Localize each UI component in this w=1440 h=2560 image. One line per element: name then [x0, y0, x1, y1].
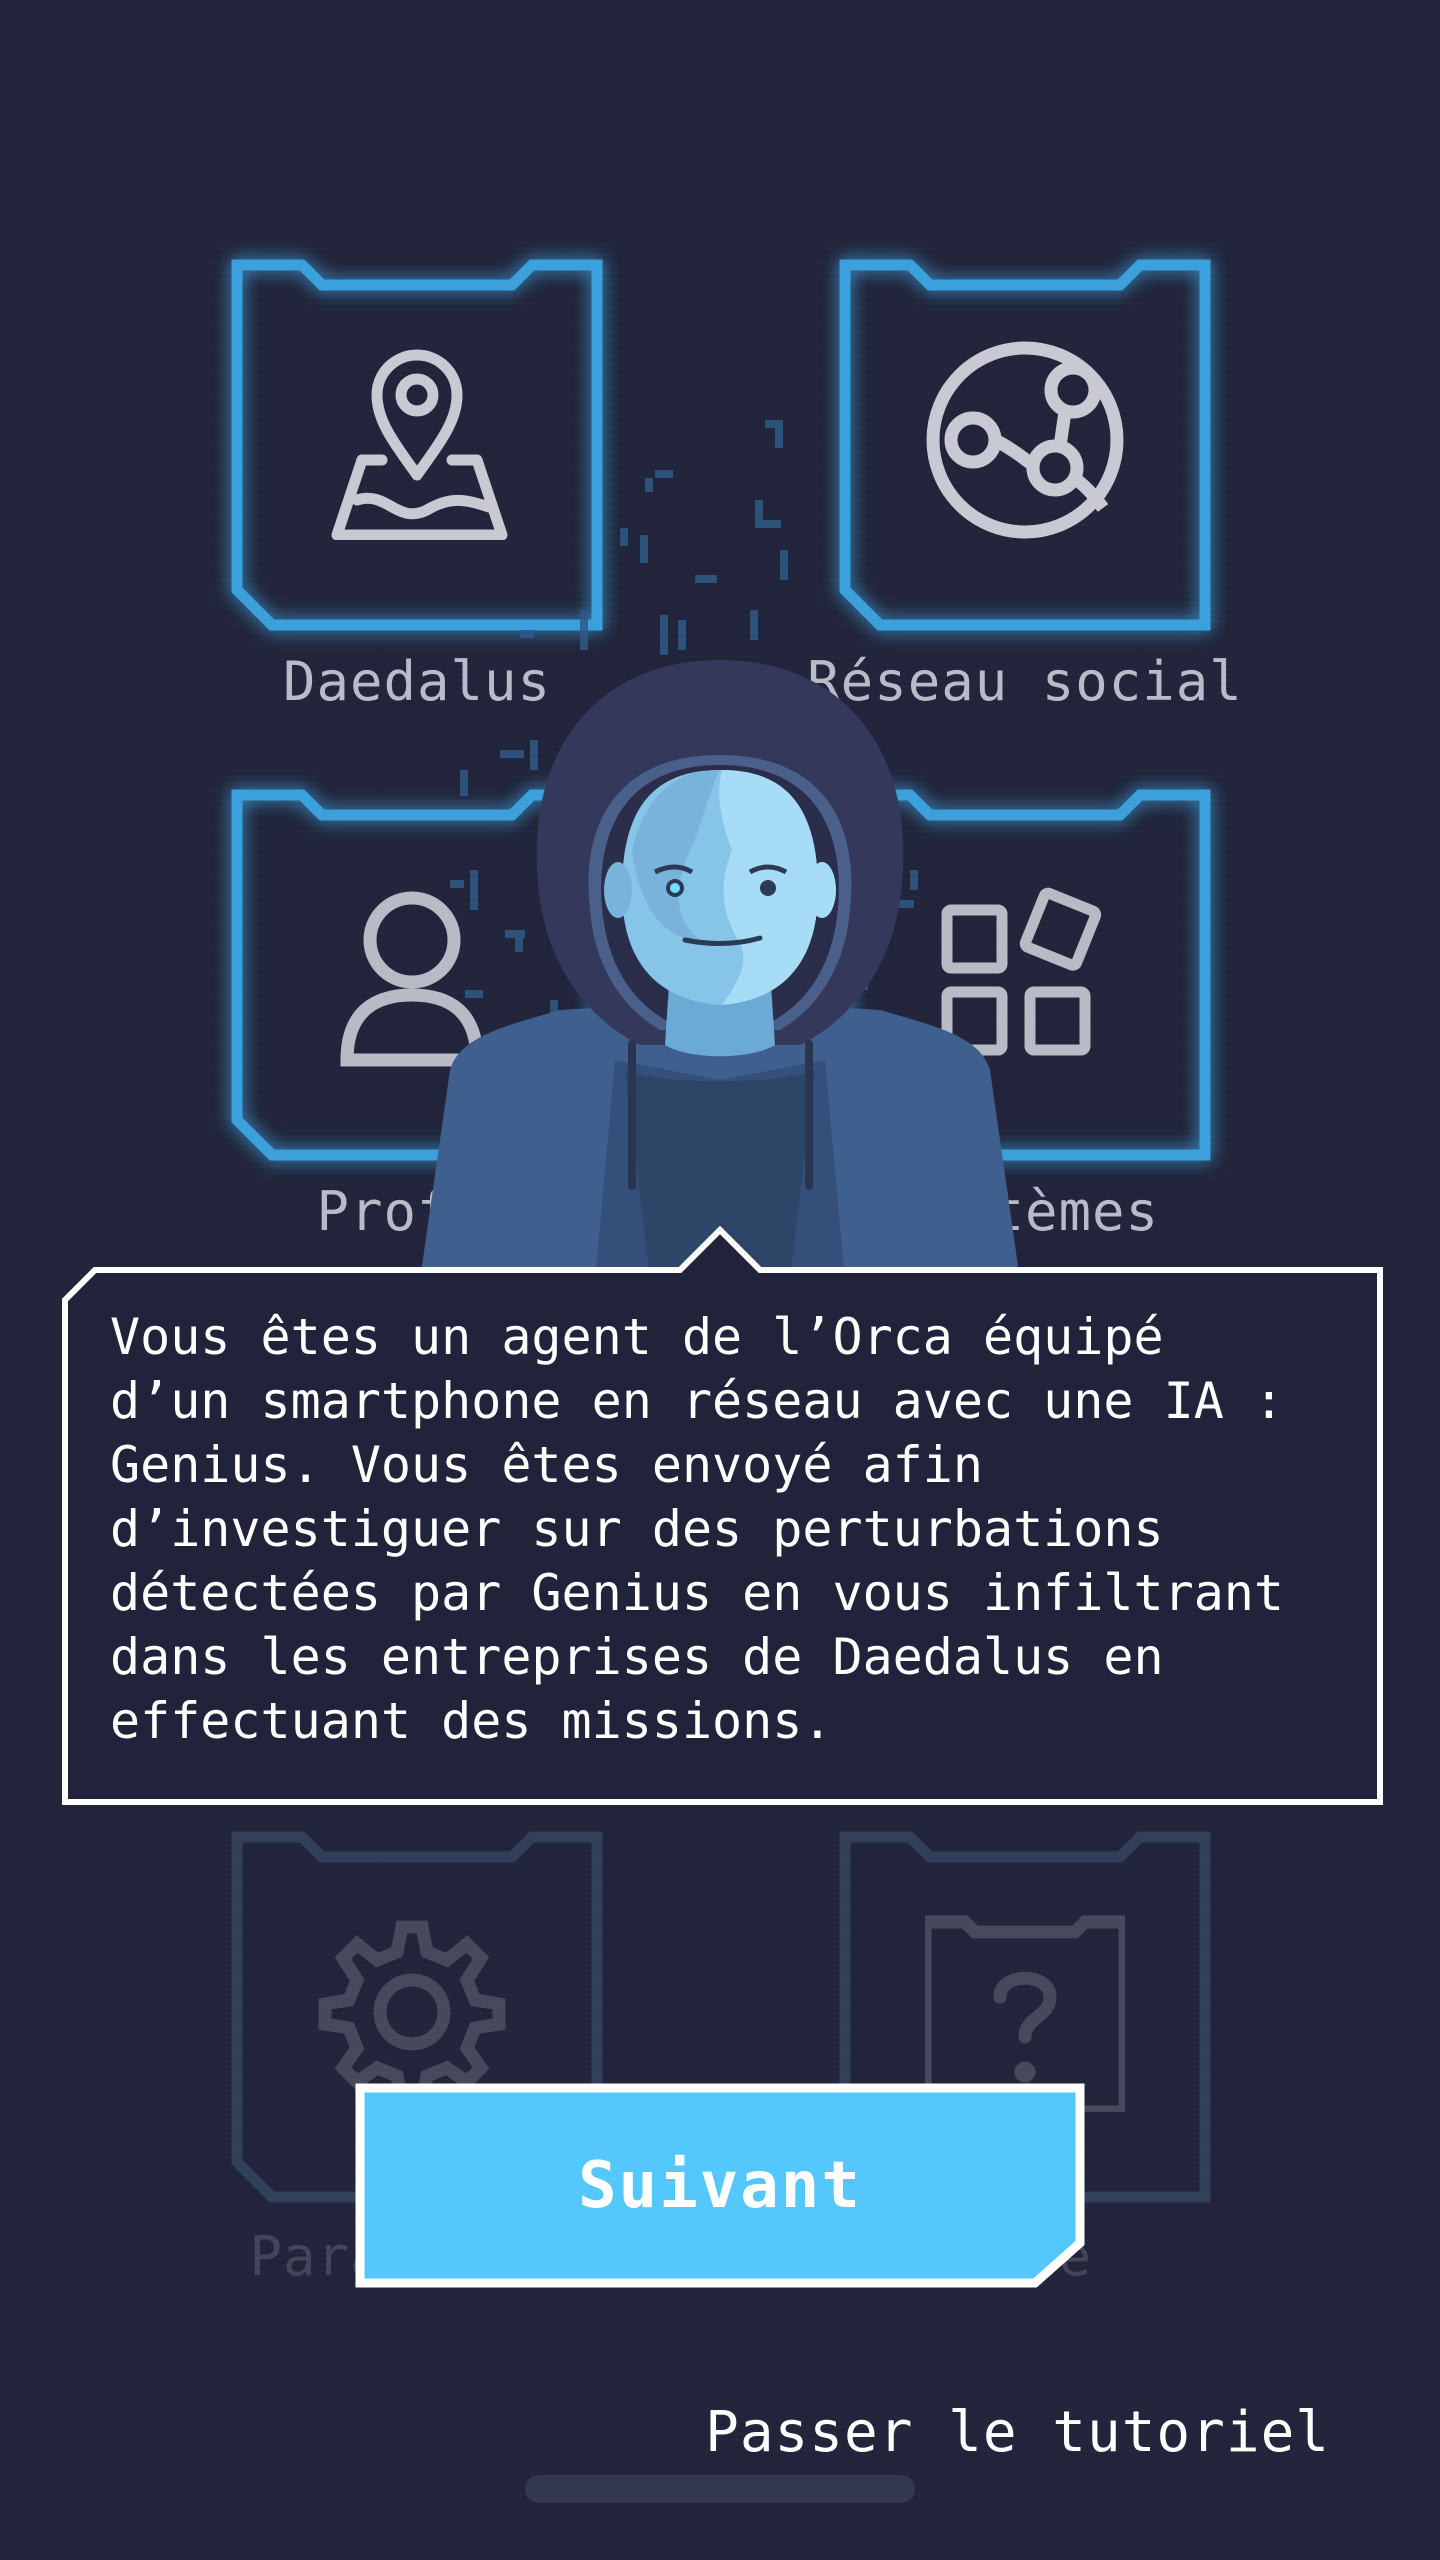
- help-card-icon: [925, 1915, 1125, 2112]
- next-button-label: Suivant: [578, 2148, 862, 2223]
- skip-tutorial-link[interactable]: Passer le tutoriel: [705, 2400, 1330, 2465]
- agent-character: [420, 660, 1020, 1280]
- tutorial-message: Vous êtes un agent de l’Orca équipé d’un…: [110, 1308, 1284, 1750]
- gear-icon: [318, 1920, 506, 2107]
- home-indicator[interactable]: [525, 2475, 915, 2503]
- next-button[interactable]: Suivant: [355, 2083, 1085, 2288]
- tutorial-speech-bubble: Vous êtes un agent de l’Orca équipé d’un…: [55, 1222, 1385, 1810]
